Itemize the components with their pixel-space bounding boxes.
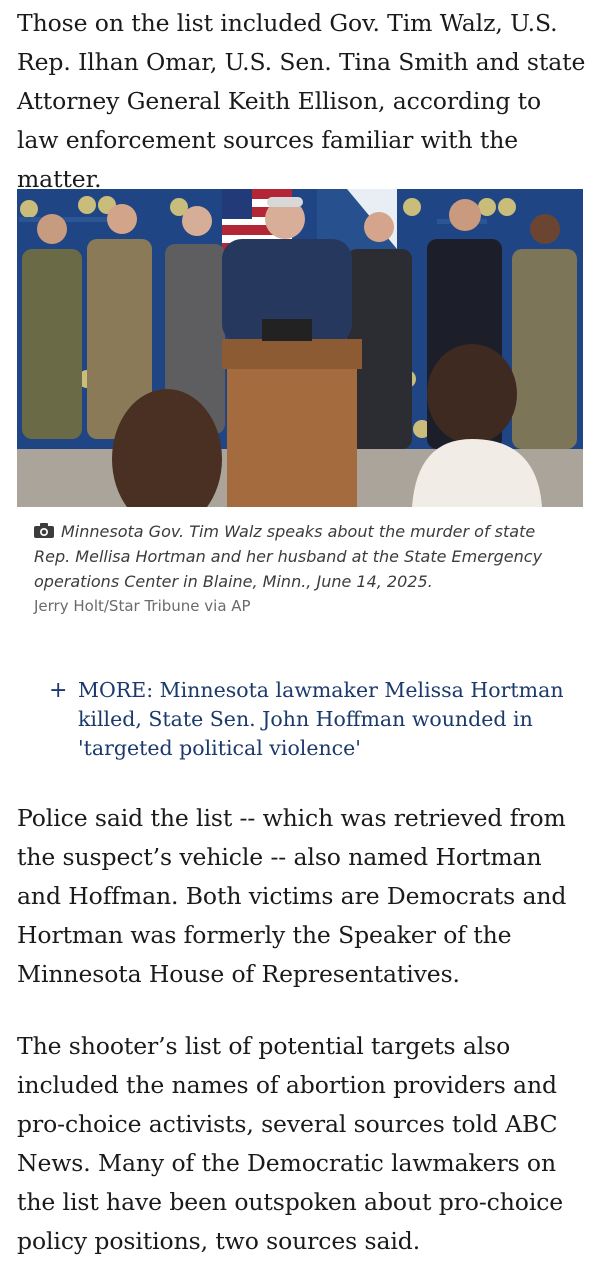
- photo-credit: Jerry Holt/Star Tribune via AP: [34, 597, 251, 615]
- article-photo: [17, 189, 583, 507]
- related-story[interactable]: + MORE: Minnesota lawmaker Melissa Hortm…: [49, 676, 569, 763]
- photo-caption: Minnesota Gov. Tim Walz speaks about the…: [34, 519, 574, 594]
- press-conference-photo: [17, 189, 583, 507]
- article-paragraph: The shooter’s list of potential targets …: [17, 1032, 564, 1255]
- article-paragraph: Those on the list included Gov. Tim Walz…: [17, 9, 586, 193]
- photo-caption-text: Minnesota Gov. Tim Walz speaks about the…: [34, 522, 543, 591]
- camera-icon: [34, 523, 54, 538]
- article-paragraph: Police said the list -- which was retrie…: [17, 804, 567, 988]
- plus-icon: +: [49, 678, 68, 703]
- related-story-link[interactable]: MORE: Minnesota lawmaker Melissa Hortman…: [78, 676, 569, 763]
